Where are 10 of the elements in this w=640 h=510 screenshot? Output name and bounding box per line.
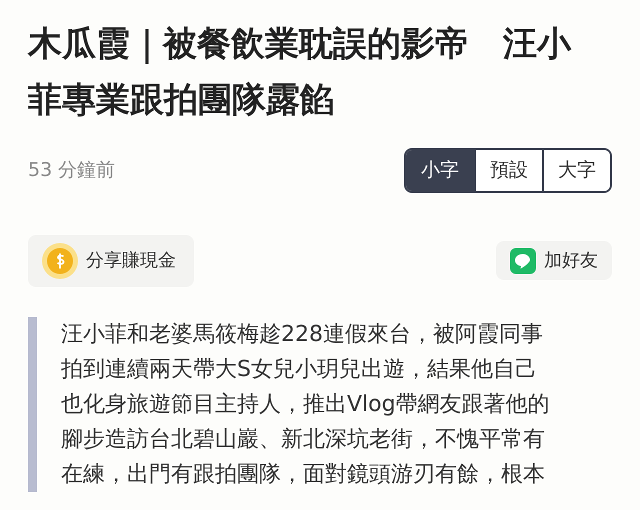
article-title: 木瓜霞｜被餐飲業耽誤的影帝 汪小菲專業跟拍團隊露餡	[28, 23, 572, 122]
add-friend-button[interactable]: 加好友	[496, 241, 612, 280]
font-size-tab[interactable]: 大字	[542, 150, 610, 190]
font-size-tab[interactable]: 預設	[474, 150, 542, 190]
quote-paragraph: 汪小菲和老婆馬筱梅趁228連假來台，被阿霞同事 拍到連續兩天帶大S女兒小玥兒出遊，結果他自己 也化身旅遊節目主持人，推出Vlog帶網友跟著他的 腳步造訪台北碧山巖、新北深坑老街，不愧平常有 在練，出門有跟拍團隊，面對鏡頭游刃有餘，根本	[61, 320, 551, 488]
chat-bubble-icon	[510, 248, 536, 274]
coin-icon	[42, 242, 78, 278]
font-size-tab[interactable]: 小字	[406, 150, 474, 190]
share-button[interactable]: 分享賺現金	[28, 234, 194, 286]
timestamp: 53 分鐘前	[28, 158, 116, 183]
